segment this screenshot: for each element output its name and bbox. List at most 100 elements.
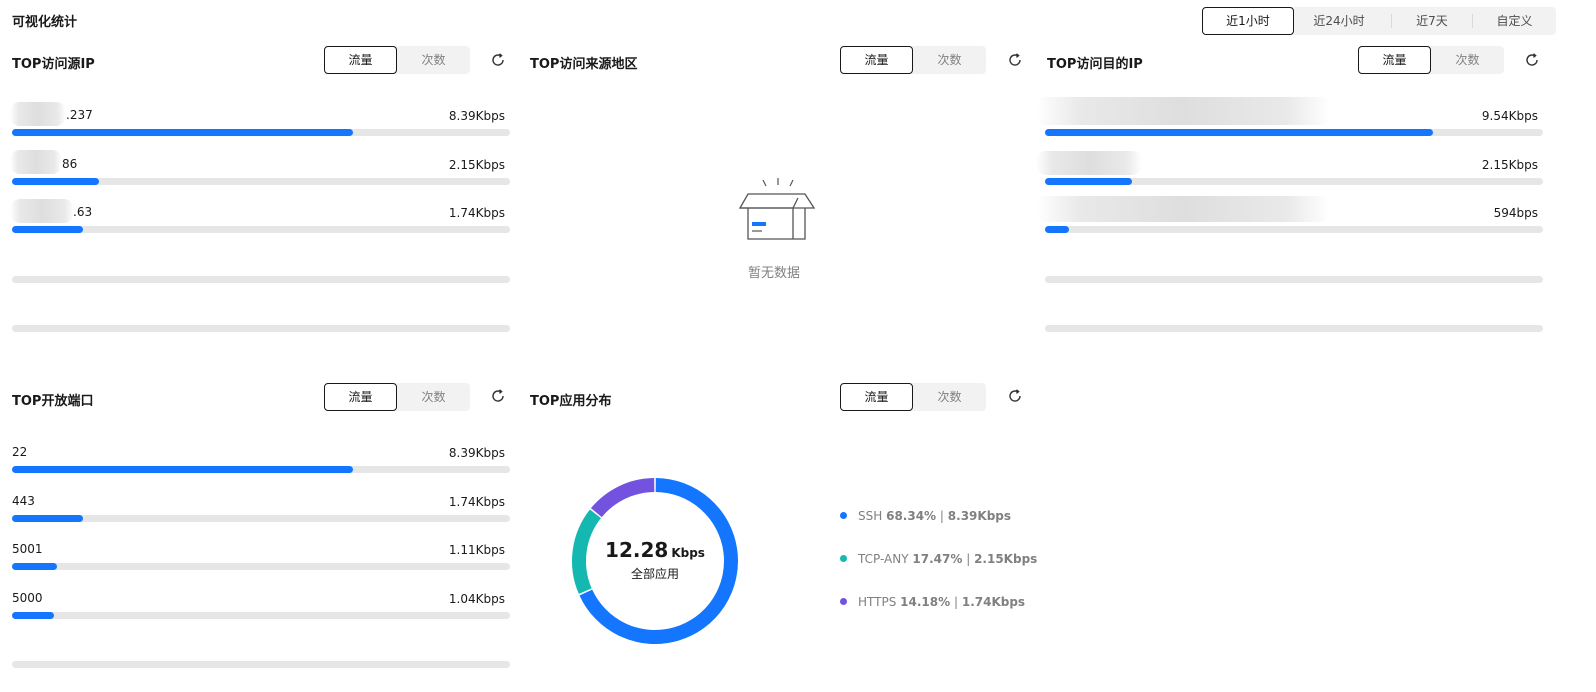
masked-ip (1036, 151, 1142, 175)
dst-ip-value: 9.54Kbps (1481, 109, 1538, 123)
port-label: 443 (12, 494, 35, 508)
masked-ip (1036, 196, 1330, 222)
toggle-count-button[interactable]: 次数 (1431, 46, 1504, 74)
legend-name: SSH (858, 509, 883, 523)
metric-toggle-ports: 流量 次数 (324, 383, 470, 411)
masked-ip (1036, 97, 1330, 125)
port-bar-fill (12, 612, 55, 619)
donut-total-value: 12.28 (605, 538, 669, 562)
port-bar-track (12, 515, 510, 522)
legend-dot (840, 555, 847, 562)
donut-total-unit: Kbps (671, 546, 705, 560)
donut-slice-https[interactable] (590, 478, 655, 518)
legend-dot (840, 598, 847, 605)
src-ip-label: .63 (73, 205, 93, 219)
panel-title-dst-ip: TOP访问目的IP (1047, 57, 1143, 72)
port-value: 8.39Kbps (448, 446, 505, 460)
src-ip-label: .237 (66, 108, 93, 122)
donut-total: 12.28 Kbps (600, 538, 710, 562)
metric-toggle-src-ip: 流量 次数 (324, 46, 470, 74)
legend-item-tcp-any[interactable]: TCP-ANY 17.47% | 2.15Kbps (840, 551, 1037, 567)
empty-box-icon (738, 178, 816, 240)
toggle-count-button[interactable]: 次数 (397, 383, 470, 411)
refresh-icon[interactable] (490, 52, 506, 68)
time-option-custom[interactable]: 自定义 (1473, 7, 1556, 35)
time-option-1h[interactable]: 近1小时 (1202, 7, 1294, 35)
toggle-count-button[interactable]: 次数 (913, 46, 986, 74)
src-ip-bar-fill (12, 178, 100, 185)
port-label: 5001 (12, 542, 43, 556)
refresh-icon[interactable] (1007, 388, 1023, 404)
src-ip-value: 1.74Kbps (448, 206, 505, 220)
port-bar-fill (12, 466, 354, 473)
donut-slice-tcp-any[interactable] (572, 509, 602, 594)
port-value: 1.04Kbps (448, 592, 505, 606)
dst-ip-bar-fill (1045, 226, 1070, 233)
panel-title-src-ip: TOP访问源IP (12, 57, 95, 72)
empty-state-text: 暂无数据 (748, 266, 801, 281)
port-label: 22 (12, 445, 28, 459)
metric-toggle-dst-ip: 流量 次数 (1358, 46, 1504, 74)
panel-title-apps: TOP应用分布 (530, 394, 612, 409)
time-option-24h[interactable]: 近24小时 (1296, 7, 1382, 35)
toggle-traffic-button[interactable]: 流量 (324, 46, 397, 74)
time-option-7d[interactable]: 近7天 (1392, 7, 1472, 35)
metric-toggle-region: 流量 次数 (840, 46, 986, 74)
legend-rate: 1.74Kbps (961, 595, 1026, 609)
empty-bar-track (12, 325, 510, 332)
port-bar-track (12, 612, 510, 619)
toggle-traffic-button[interactable]: 流量 (840, 46, 913, 74)
masked-ip (10, 150, 62, 174)
metric-toggle-apps: 流量 次数 (840, 383, 986, 411)
dst-ip-value: 594bps (1493, 206, 1538, 220)
legend-name: HTTPS (858, 595, 897, 609)
toggle-traffic-button[interactable]: 流量 (840, 383, 913, 411)
empty-bar-track (1045, 276, 1543, 283)
panel-title-region: TOP访问来源地区 (530, 57, 638, 72)
page-title: 可视化统计 (12, 15, 78, 30)
empty-bar-track (12, 661, 510, 668)
port-value: 1.74Kbps (448, 495, 505, 509)
src-ip-bar-fill (12, 226, 84, 233)
port-label: 5000 (12, 591, 43, 605)
src-ip-label: 86 (62, 157, 78, 171)
refresh-icon[interactable] (1524, 52, 1540, 68)
src-ip-bar-track (12, 226, 510, 233)
dst-ip-bar-track (1045, 129, 1543, 136)
toggle-count-button[interactable]: 次数 (397, 46, 470, 74)
port-bar-track (12, 563, 510, 570)
port-bar-track (12, 466, 510, 473)
refresh-icon[interactable] (1007, 52, 1023, 68)
legend-rate: 2.15Kbps (974, 552, 1038, 566)
masked-ip (10, 102, 66, 126)
legend-dot (840, 512, 847, 519)
src-ip-bar-fill (12, 129, 354, 136)
port-bar-fill (12, 515, 84, 522)
legend-separator: | (966, 552, 971, 566)
src-ip-bar-track (12, 178, 510, 185)
legend-item-ssh[interactable]: SSH 68.34% | 8.39Kbps (840, 508, 1011, 524)
src-ip-value: 2.15Kbps (448, 158, 505, 172)
legend-percent: 14.18% (900, 595, 951, 609)
toggle-traffic-button[interactable]: 流量 (1358, 46, 1431, 74)
port-bar-fill (12, 563, 58, 570)
masked-ip (10, 199, 74, 223)
legend-rate: 8.39Kbps (947, 509, 1012, 523)
time-range-selector: 近1小时 近24小时 近7天 自定义 (1202, 7, 1556, 35)
dst-ip-bar-fill (1045, 178, 1133, 185)
dst-ip-bar-track (1045, 226, 1543, 233)
empty-bar-track (12, 276, 510, 283)
legend-separator: | (939, 509, 944, 523)
port-value: 1.11Kbps (448, 543, 505, 557)
legend-separator: | (953, 595, 959, 609)
toggle-traffic-button[interactable]: 流量 (324, 383, 397, 411)
dst-ip-bar-track (1045, 178, 1543, 185)
toggle-count-button[interactable]: 次数 (913, 383, 986, 411)
empty-bar-track (1045, 325, 1543, 332)
legend-name: TCP-ANY (858, 552, 909, 566)
src-ip-bar-track (12, 129, 510, 136)
refresh-icon[interactable] (490, 388, 506, 404)
dst-ip-bar-fill (1045, 129, 1434, 136)
legend-percent: 17.47% (912, 552, 963, 566)
legend-item-https[interactable]: HTTPS 14.18% | 1.74Kbps (840, 594, 1025, 610)
